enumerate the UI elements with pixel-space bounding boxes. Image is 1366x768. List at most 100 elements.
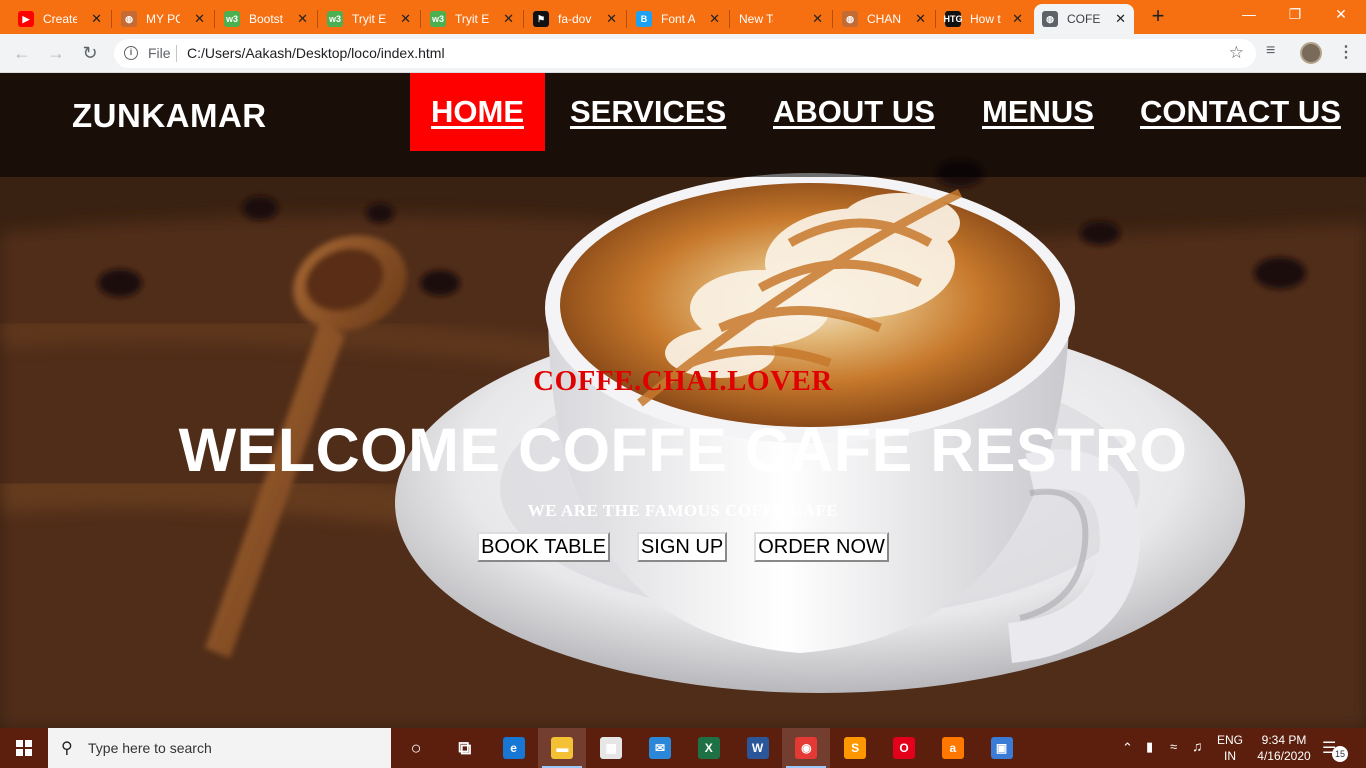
mail-icon: ✉ <box>649 737 671 759</box>
windows-logo-icon <box>16 740 32 756</box>
site-info-icon[interactable]: i <box>124 46 138 60</box>
browser-tab[interactable]: ◍ CHAN ✕ <box>834 4 934 34</box>
close-tab-icon[interactable]: ✕ <box>91 11 102 27</box>
input-language[interactable]: ENG IN <box>1212 732 1248 764</box>
tab-separator <box>626 10 627 28</box>
close-tab-icon[interactable]: ✕ <box>1012 11 1023 27</box>
sublime-icon: S <box>844 737 867 759</box>
profile-avatar[interactable] <box>1300 42 1322 64</box>
w3schools-icon: w3 <box>327 11 343 27</box>
order-now-button[interactable]: ORDER NOW <box>754 532 889 562</box>
browser-tab[interactable]: ◍ COFEE ✕ <box>1034 4 1134 34</box>
taskbar-app-button[interactable]: ✉ <box>636 728 684 768</box>
taskbar-app-button[interactable]: ▬ <box>538 728 587 768</box>
taskbar-app-button[interactable]: W <box>734 728 782 768</box>
browser-tab[interactable]: ⚑ fa-dov ✕ <box>525 4 625 34</box>
hero-button-row: BOOK TABLE SIGN UP ORDER NOW <box>0 532 1366 562</box>
media-queue-icon[interactable]: ≡ <box>1266 42 1275 60</box>
wifi-icon[interactable]: ≈ <box>1170 739 1177 754</box>
browser-tab-title: Create <box>43 12 77 26</box>
flag-icon: ⚑ <box>533 11 549 27</box>
close-window-button[interactable]: ✕ <box>1318 0 1364 30</box>
tab-separator <box>317 10 318 28</box>
taskbar-app-button[interactable]: ⧉ <box>441 728 489 768</box>
file-explorer-icon: ▬ <box>551 737 574 759</box>
system-clock[interactable]: 9:34 PM 4/16/2020 <box>1252 732 1316 764</box>
cortana-icon: ○ <box>410 737 422 758</box>
browser-tab[interactable]: ▶ Create ✕ <box>10 4 110 34</box>
browser-tab[interactable]: w3 Bootst ✕ <box>216 4 316 34</box>
taskbar-app-button[interactable]: a <box>929 728 977 768</box>
battery-icon[interactable]: ▮ <box>1146 739 1153 755</box>
close-tab-icon[interactable]: ✕ <box>400 11 411 27</box>
store-icon: ▦ <box>600 737 623 759</box>
browser-tab-title: CHAN <box>867 12 901 26</box>
search-icon: ⚲ <box>61 740 73 757</box>
taskbar-app-button[interactable]: X <box>685 728 733 768</box>
globe-icon: ◍ <box>121 11 137 27</box>
close-tab-icon[interactable]: ✕ <box>297 11 308 27</box>
hero-subline: WE ARE THE FAMOUS COFFE CAFE <box>527 501 839 520</box>
close-tab-icon[interactable]: ✕ <box>709 11 720 27</box>
sign-up-button[interactable]: SIGN UP <box>636 532 728 562</box>
taskbar-app-button[interactable]: e <box>490 728 538 768</box>
taskbar-app-button[interactable]: ▦ <box>587 728 635 768</box>
browser-tab-title: How t <box>970 12 1001 26</box>
browser-tab[interactable]: New Tab ✕ <box>731 4 831 34</box>
htg-icon: HTG <box>944 11 963 27</box>
minimize-button[interactable]: — <box>1226 0 1272 30</box>
browser-tab[interactable]: w3 Tryit E ✕ <box>319 4 419 34</box>
omnibox-divider <box>176 45 177 62</box>
close-tab-icon[interactable]: ✕ <box>915 11 926 27</box>
address-bar[interactable]: i File C:/Users/Aakash/Desktop/loco/inde… <box>114 39 1256 68</box>
tab-separator <box>420 10 421 28</box>
youtube-icon: ▶ <box>18 11 34 27</box>
taskbar-app-button[interactable]: ○ <box>392 728 440 768</box>
show-hidden-icons-chevron-icon[interactable]: ⌃ <box>1122 740 1133 756</box>
tab-separator <box>729 10 730 28</box>
taskbar-app-button[interactable]: S <box>831 728 879 768</box>
url-text[interactable]: C:/Users/Aakash/Desktop/loco/index.html <box>187 45 445 61</box>
close-tab-icon[interactable]: ✕ <box>606 11 617 27</box>
start-button[interactable] <box>0 728 48 768</box>
menu-kebab-icon[interactable]: ⋮ <box>1338 42 1354 62</box>
tab-separator <box>935 10 936 28</box>
close-tab-icon[interactable]: ✕ <box>503 11 514 27</box>
language-region: IN <box>1224 749 1236 763</box>
taskbar-app-button[interactable]: ▣ <box>978 728 1026 768</box>
opera-icon: O <box>893 737 915 759</box>
taskbar-app-button[interactable]: O <box>880 728 928 768</box>
taskbar-search-box[interactable]: ⚲ Type here to search <box>48 728 391 768</box>
reload-icon[interactable]: ↻ <box>79 42 101 64</box>
hero-tagline: COFFE.CHAI.LOVER <box>533 365 833 397</box>
notification-count-badge: 15 <box>1332 746 1348 762</box>
browser-tab-title: Font A <box>661 12 695 26</box>
back-arrow-icon[interactable]: ← <box>11 42 33 64</box>
browser-tab-title: New Tab <box>739 12 773 26</box>
close-tab-icon[interactable]: ✕ <box>194 11 205 27</box>
tab-separator <box>214 10 215 28</box>
hero-headline: WELCOME COFFE CAFE RESTRO <box>178 416 1188 484</box>
bootstrap-b-icon: B <box>636 11 652 27</box>
browser-tab[interactable]: B Font A ✕ <box>628 4 728 34</box>
browser-tab-title: fa-dov <box>558 12 592 26</box>
volume-icon[interactable]: ♫ <box>1192 738 1203 754</box>
book-table-button[interactable]: BOOK TABLE <box>477 532 610 562</box>
restore-button[interactable]: ❐ <box>1272 0 1318 30</box>
taskbar-app-button[interactable]: ◉ <box>782 728 831 768</box>
bookmark-star-icon[interactable]: ☆ <box>1229 43 1244 63</box>
new-tab-button[interactable]: + <box>1146 5 1170 29</box>
browser-tab[interactable]: HTG How t ✕ <box>937 4 1031 34</box>
scheme-label: File <box>148 45 171 61</box>
close-tab-icon[interactable]: ✕ <box>1115 11 1126 27</box>
action-center-icon[interactable]: ☰ 15 <box>1322 738 1348 762</box>
forward-arrow-icon[interactable]: → <box>45 42 67 64</box>
w3schools-icon: w3 <box>430 11 446 27</box>
browser-tab[interactable]: w3 Tryit E ✕ <box>422 4 522 34</box>
clock-time: 9:34 PM <box>1261 733 1307 747</box>
w3schools-icon: w3 <box>224 11 240 27</box>
browser-toolbar: ← → ↻ i File C:/Users/Aakash/Desktop/loc… <box>0 34 1366 73</box>
browser-tab[interactable]: ◍ MY PC ✕ <box>113 4 213 34</box>
close-tab-icon[interactable]: ✕ <box>812 11 823 27</box>
windows-taskbar: ⚲ Type here to search ⌃ ▮ ≈ ♫ ENG IN 9:3… <box>0 728 1366 768</box>
